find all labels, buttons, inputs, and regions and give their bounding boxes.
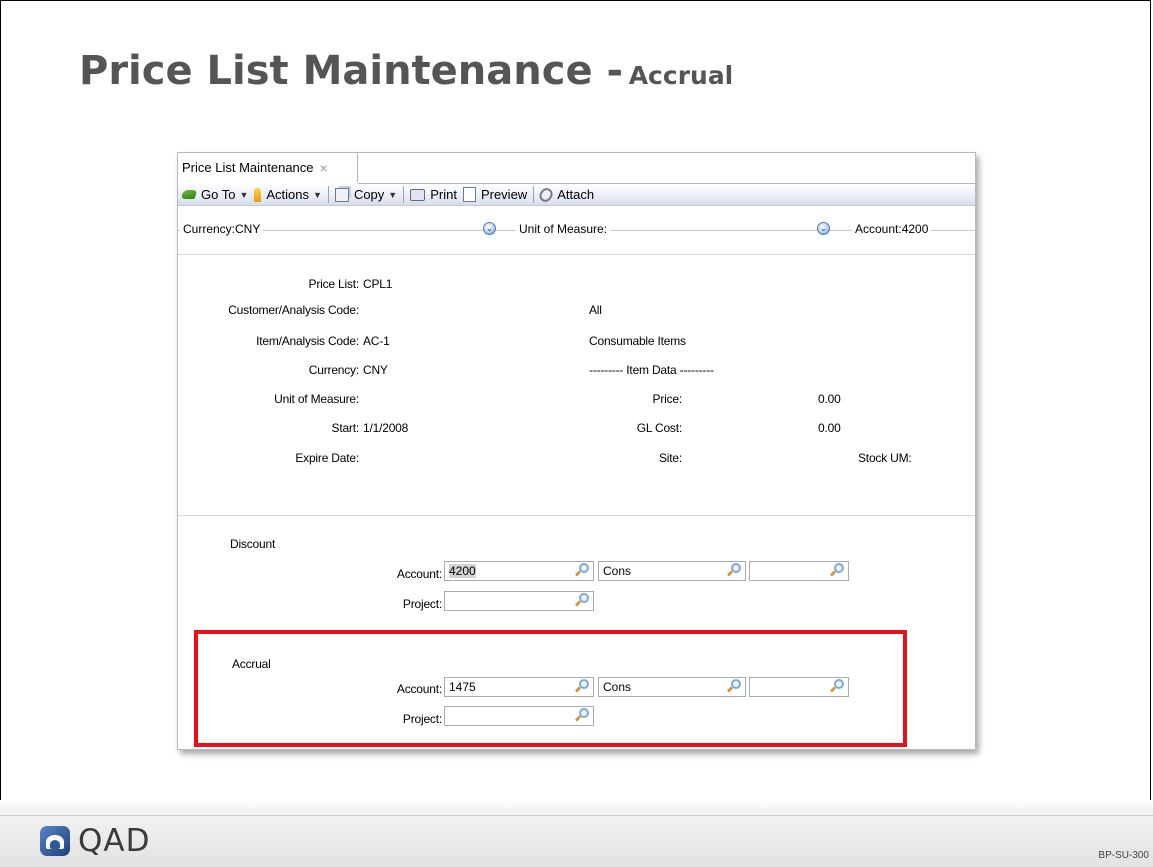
toolbar: Go To ▼ Actions ▼ Copy ▼ Print Preview A… — [178, 184, 975, 206]
item-description: Consumable Items — [589, 334, 686, 348]
paperclip-icon — [537, 185, 556, 204]
start-label: Start: — [331, 421, 360, 435]
close-icon[interactable]: × — [320, 160, 328, 176]
start-value: 1/1/2008 — [363, 421, 409, 435]
discount-sub-account-input[interactable]: Cons — [598, 561, 746, 581]
item-value: AC-1 — [363, 334, 390, 348]
chevron-down-icon[interactable]: ⌄ — [817, 222, 830, 235]
toolbar-separator — [533, 186, 535, 203]
tab-label: Price List Maintenance — [182, 160, 314, 175]
discount-sub-account-value: Cons — [603, 564, 632, 578]
toolbar-separator — [327, 186, 329, 203]
price-value: 0.00 — [818, 392, 841, 406]
item-label: Item/Analysis Code: — [256, 334, 359, 348]
copy-icon — [334, 187, 349, 202]
actions-button[interactable]: Actions ▼ — [251, 187, 325, 202]
copy-label: Copy — [353, 187, 385, 202]
discount-project-input[interactable] — [444, 591, 594, 611]
expire-label: Expire Date: — [295, 451, 359, 465]
slide-title-sub: Accrual — [628, 61, 734, 90]
preview-icon — [462, 187, 476, 202]
filter-bar: Currency:CNY ⌄ Unit of Measure: ⌄ Accoun… — [178, 222, 975, 240]
chevron-down-icon: ▼ — [313, 189, 322, 200]
customer-label: Customer/Analysis Code: — [228, 303, 359, 317]
currency-filter[interactable]: Currency:CNY — [180, 222, 264, 236]
customer-value: All — [589, 303, 602, 317]
copy-button[interactable]: Copy ▼ — [332, 187, 400, 202]
discount-account-input[interactable]: 4200 — [444, 561, 594, 581]
footer-divider — [0, 815, 1153, 816]
slide-code: BP-SU-300 — [1098, 850, 1149, 861]
preview-button[interactable]: Preview — [460, 187, 530, 202]
goto-icon — [180, 190, 198, 199]
slide-title-main: Price List Maintenance - — [79, 48, 624, 94]
discount-account-value: 4200 — [449, 564, 476, 578]
print-icon — [410, 188, 426, 201]
currency-value: CNY — [363, 363, 388, 377]
gl-cost-label: GL Cost: — [636, 421, 683, 435]
site-label: Site: — [658, 451, 682, 465]
stock-um-label: Stock UM: — [858, 451, 912, 465]
print-button[interactable]: Print — [407, 187, 460, 202]
section-divider — [178, 254, 975, 255]
search-icon[interactable] — [731, 563, 741, 573]
chevron-down-icon: ▼ — [388, 189, 398, 200]
price-list-label: Price List: — [308, 277, 360, 291]
uom-label: Unit of Measure: — [274, 392, 359, 406]
account-filter[interactable]: Account:4200 — [852, 222, 932, 236]
qad-logo-text: QAD — [78, 823, 151, 859]
price-label: Price: — [652, 392, 683, 406]
search-icon[interactable] — [579, 593, 589, 603]
toolbar-separator — [403, 186, 405, 203]
attach-label: Attach — [557, 187, 595, 202]
price-list-value: CPL1 — [363, 277, 393, 291]
uom-filter[interactable]: Unit of Measure: — [516, 222, 611, 236]
chevron-down-icon: ▼ — [239, 189, 249, 200]
attach-button[interactable]: Attach — [537, 185, 597, 204]
discount-account-label: Account: — [396, 567, 442, 581]
goto-label: Go To — [201, 187, 236, 202]
tab-price-list-maintenance[interactable]: Price List Maintenance × — [178, 153, 358, 183]
actions-icon — [254, 187, 262, 202]
qad-logo-icon — [40, 826, 70, 856]
goto-button[interactable]: Go To ▼ — [178, 187, 251, 202]
accrual-highlight-box — [194, 630, 907, 747]
preview-label: Preview — [480, 187, 528, 202]
actions-label: Actions — [266, 187, 310, 202]
gl-cost-value: 0.00 — [818, 421, 841, 435]
currency-label: Currency: — [308, 363, 359, 377]
print-label: Print — [430, 187, 457, 202]
section-divider — [178, 515, 975, 516]
discount-project-label: Project: — [402, 597, 442, 611]
discount-cost-center-input[interactable] — [749, 561, 849, 581]
search-icon[interactable] — [834, 563, 844, 573]
chevron-down-icon[interactable]: ⌄ — [483, 222, 496, 235]
slide-footer — [0, 800, 1153, 867]
qad-logo: QAD — [40, 823, 150, 859]
search-icon[interactable] — [579, 563, 589, 573]
discount-header: Discount — [230, 537, 276, 551]
item-data-header: --------- Item Data --------- — [589, 363, 714, 377]
slide-title: Price List Maintenance - Accrual — [79, 48, 733, 94]
